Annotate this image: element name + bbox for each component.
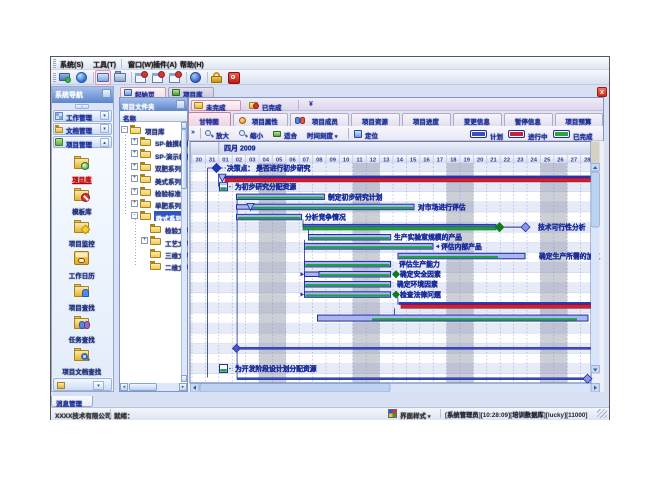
svg-text:26: 26 xyxy=(557,158,564,164)
svg-text:确定环境因素: 确定环境因素 xyxy=(397,280,438,289)
svg-text:21: 21 xyxy=(490,158,497,164)
svg-text:四月 2009: 四月 2009 xyxy=(224,145,256,153)
svg-text:为初步研究分配资源: 为初步研究分配资源 xyxy=(235,182,296,191)
svg-text:对市场进行评估: 对市场进行评估 xyxy=(418,202,466,211)
svg-text:28: 28 xyxy=(584,158,591,164)
svg-text:20: 20 xyxy=(477,158,483,164)
svg-text:08: 08 xyxy=(316,158,323,164)
svg-text:技术可行性分析: 技术可行性分析 xyxy=(538,223,586,232)
svg-text:12: 12 xyxy=(370,158,376,164)
svg-text:制定初步研究计划: 制定初步研究计划 xyxy=(328,192,383,201)
svg-text:13: 13 xyxy=(383,158,390,164)
svg-text:23: 23 xyxy=(517,158,524,164)
svg-text:02: 02 xyxy=(236,158,242,164)
svg-text:决策点： 是否进行初步研究: 决策点： 是否进行初步研究 xyxy=(227,163,311,172)
svg-text:27: 27 xyxy=(571,158,577,164)
svg-text:17: 17 xyxy=(437,158,443,164)
svg-text:生产实验室规模的产品: 生产实验室规模的产品 xyxy=(394,233,462,242)
svg-text:检查法律问题: 检查法律问题 xyxy=(400,290,441,299)
svg-text:01: 01 xyxy=(222,158,229,164)
svg-text:19: 19 xyxy=(463,158,470,164)
svg-text:05: 05 xyxy=(276,158,283,164)
svg-text:18: 18 xyxy=(450,158,457,164)
svg-text:04: 04 xyxy=(262,158,269,164)
svg-text:06: 06 xyxy=(289,158,296,164)
svg-text:14: 14 xyxy=(396,158,403,164)
svg-text:24: 24 xyxy=(530,158,537,164)
svg-text:11: 11 xyxy=(356,158,363,164)
svg-text:评估生产能力: 评估生产能力 xyxy=(399,260,440,269)
svg-text:03: 03 xyxy=(249,158,256,164)
svg-text:分析竞争情况: 分析竞争情况 xyxy=(305,212,346,221)
svg-text:09: 09 xyxy=(329,158,336,164)
svg-text:评估内部产品: 评估内部产品 xyxy=(441,242,482,251)
svg-text:25: 25 xyxy=(544,158,551,164)
svg-text:22: 22 xyxy=(504,158,510,164)
svg-text:10: 10 xyxy=(343,158,349,164)
svg-text:07: 07 xyxy=(303,158,309,164)
svg-text:16: 16 xyxy=(423,158,430,164)
svg-text:31: 31 xyxy=(209,158,216,164)
svg-text:确定安全因素: 确定安全因素 xyxy=(400,270,441,279)
svg-text:30: 30 xyxy=(195,158,201,164)
svg-text:为开发阶段设计划分配资源: 为开发阶段设计划分配资源 xyxy=(235,364,317,373)
svg-text:15: 15 xyxy=(410,158,417,164)
